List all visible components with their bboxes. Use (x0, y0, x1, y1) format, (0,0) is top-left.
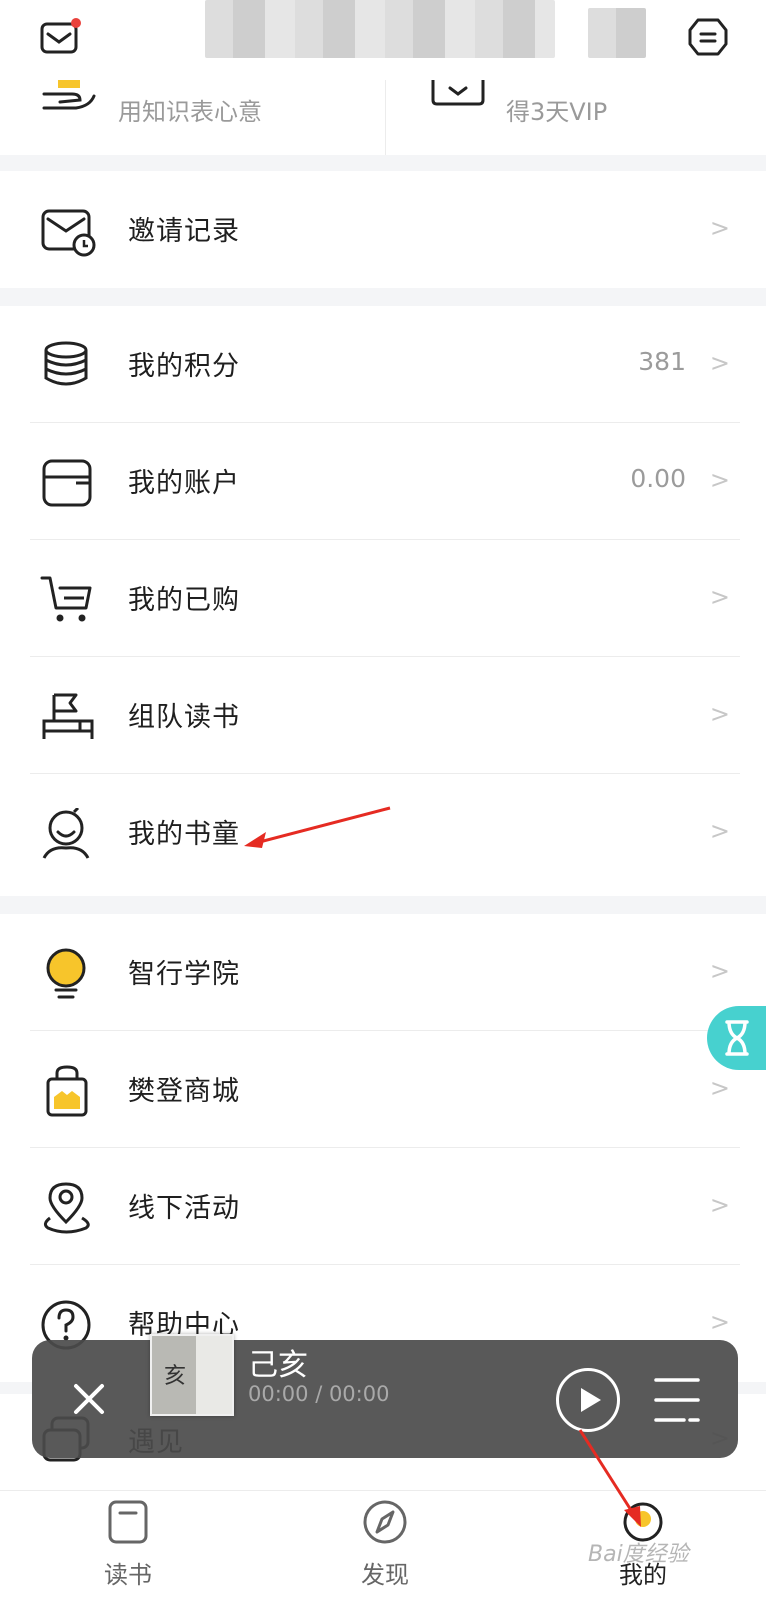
watermark-text: Bai度经验 (588, 1542, 689, 1567)
annotation-arrows (244, 806, 641, 1527)
watermark: Bai度经验 (588, 1536, 689, 1568)
